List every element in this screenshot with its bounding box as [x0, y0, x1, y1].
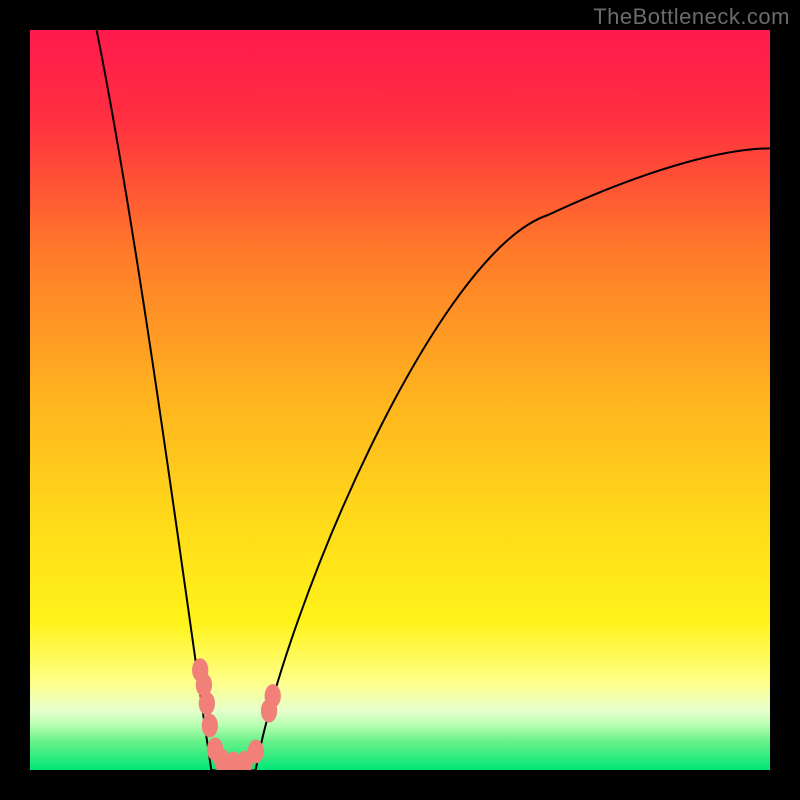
watermark-text: TheBottleneck.com — [593, 4, 790, 30]
marker-point — [248, 740, 264, 764]
marker-cluster — [30, 30, 770, 770]
plot-area — [30, 30, 770, 770]
marker-point — [202, 714, 218, 738]
chart-frame: TheBottleneck.com — [0, 0, 800, 800]
marker-point — [265, 684, 281, 708]
marker-point — [199, 692, 215, 716]
